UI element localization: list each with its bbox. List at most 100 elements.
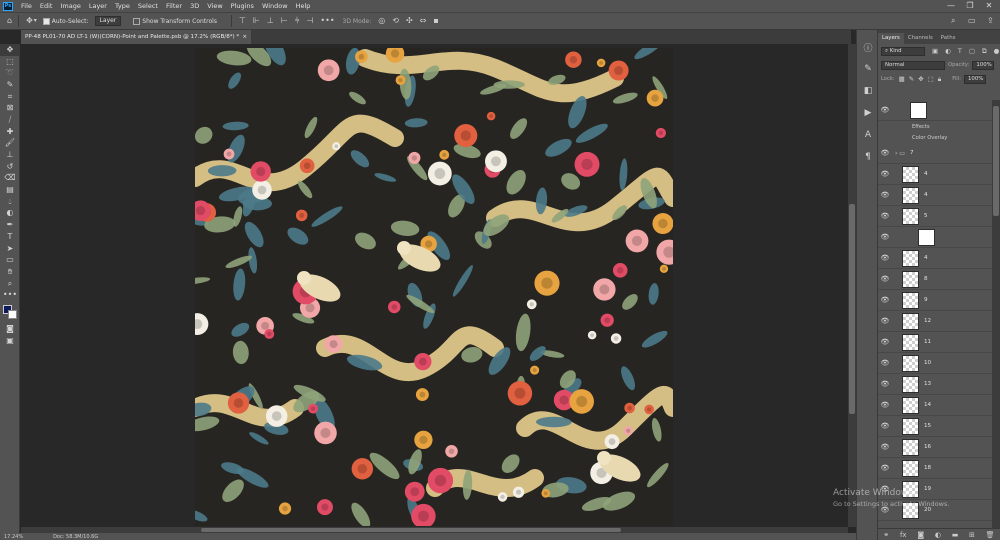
auto-select-checkbox[interactable]: [42, 17, 50, 25]
filter-type-icon[interactable]: T: [958, 47, 962, 55]
search-icon[interactable]: ⌕: [951, 16, 955, 26]
blur-icon[interactable]: 💧︎: [0, 196, 20, 208]
visibility-eye-icon[interactable]: 👁︎: [878, 422, 892, 430]
add-mask-icon[interactable]: ◙: [917, 531, 924, 539]
vertical-scrollbar[interactable]: [848, 44, 856, 527]
layer-row-effects[interactable]: 👁︎: [878, 100, 992, 121]
info-icon[interactable]: ⓘ: [857, 36, 879, 58]
align-left-icon[interactable]: ⊢: [281, 16, 288, 26]
layer-row[interactable]: 👁︎ 5: [878, 206, 992, 227]
menu-image[interactable]: Image: [56, 0, 84, 12]
tab-layers[interactable]: Layers: [878, 33, 904, 44]
layer-row[interactable]: 👁︎ 14: [878, 395, 992, 416]
close-tab-icon[interactable]: ×: [242, 34, 247, 40]
menu-filter[interactable]: Filter: [162, 0, 186, 12]
filter-smart-object-icon[interactable]: ⧉: [982, 47, 987, 56]
more-tools-icon[interactable]: •••: [0, 289, 20, 301]
fill-input[interactable]: 100%: [963, 74, 986, 84]
workspace-icon[interactable]: ▭: [968, 16, 976, 26]
visibility-eye-icon[interactable]: 👁︎: [878, 317, 892, 325]
menu-view[interactable]: View: [203, 0, 226, 12]
opacity-input[interactable]: 100%: [972, 60, 995, 70]
menu-layer[interactable]: Layer: [85, 0, 111, 12]
menu-file[interactable]: File: [17, 0, 36, 12]
minimize-button[interactable]: —: [944, 0, 958, 12]
brush-icon[interactable]: 🖌︎: [0, 138, 20, 150]
lock-pixels-icon[interactable]: ▦: [899, 75, 905, 83]
layers-scrollbar[interactable]: [992, 100, 1000, 528]
tab-paths[interactable]: Paths: [937, 33, 960, 44]
new-group-icon[interactable]: ▬: [952, 531, 959, 539]
layer-row[interactable]: 👁︎ 8: [878, 269, 992, 290]
stamp-icon[interactable]: ⊥: [0, 149, 20, 161]
zoom-icon[interactable]: ⌕: [0, 278, 20, 290]
filter-toggle-icon[interactable]: ●: [994, 47, 1000, 55]
visibility-eye-icon[interactable]: 👁︎: [878, 254, 892, 262]
more-options-icon[interactable]: •••: [320, 16, 334, 26]
chevron-down-icon[interactable]: ▾: [34, 16, 37, 26]
roll-3d-icon[interactable]: ⟲: [392, 16, 399, 26]
type-icon[interactable]: T: [0, 231, 20, 243]
menu-select[interactable]: Select: [134, 0, 162, 12]
layer-row[interactable]: 👁︎ 4: [878, 185, 992, 206]
quick-mask-icon[interactable]: ◙: [0, 323, 20, 335]
align-bottom-icon[interactable]: ⊥: [267, 16, 274, 26]
screen-mode-icon[interactable]: ▣: [0, 335, 20, 347]
zoom-level[interactable]: 17.24%: [4, 534, 23, 540]
visibility-eye-icon[interactable]: 👁︎: [878, 275, 892, 283]
visibility-eye-icon[interactable]: 👁︎: [878, 296, 892, 304]
lasso-icon[interactable]: ➰: [0, 67, 20, 79]
layer-row[interactable]: 👁︎ 10: [878, 353, 992, 374]
transform-controls-option[interactable]: Show Transform Controls: [133, 17, 217, 25]
new-layer-icon[interactable]: ⊞: [969, 531, 975, 539]
visibility-eye-icon[interactable]: 👁︎: [878, 212, 892, 220]
gradient-icon[interactable]: ▤: [0, 184, 20, 196]
layer-group-row[interactable]: 👁︎ › ▭ 7: [878, 143, 992, 164]
align-right-icon[interactable]: ⊣: [306, 16, 313, 26]
pen-icon[interactable]: ✒: [0, 219, 20, 231]
scale-3d-icon[interactable]: ▪: [433, 16, 438, 26]
layer-row[interactable]: 👁︎ 18: [878, 458, 992, 479]
menu-plugins[interactable]: Plugins: [227, 0, 258, 12]
visibility-eye-icon[interactable]: 👁︎: [878, 106, 892, 114]
delete-layer-icon[interactable]: 🗑︎: [986, 531, 995, 539]
layer-row[interactable]: 👁︎ 15: [878, 416, 992, 437]
visibility-eye-icon[interactable]: 👁︎: [878, 401, 892, 409]
transform-controls-checkbox[interactable]: [133, 17, 141, 25]
move-tool-icon[interactable]: ✥: [26, 16, 33, 26]
filter-kind-select[interactable]: ⌕ Kind: [881, 46, 925, 56]
layer-row[interactable]: 👁︎ 13: [878, 374, 992, 395]
quick-select-icon[interactable]: ✎: [0, 79, 20, 91]
eraser-icon[interactable]: ⌫: [0, 173, 20, 185]
visibility-eye-icon[interactable]: 👁︎: [878, 464, 892, 472]
crop-icon[interactable]: ⌗: [0, 91, 20, 103]
layer-row[interactable]: 👁︎ 12: [878, 311, 992, 332]
orbit-3d-icon[interactable]: ◎: [378, 16, 385, 26]
marquee-icon[interactable]: ⬚: [0, 56, 20, 68]
blend-mode-select[interactable]: Normal: [881, 60, 945, 70]
paragraph-icon[interactable]: ¶: [857, 146, 879, 168]
filter-shape-icon[interactable]: ▢: [969, 47, 975, 55]
auto-select-dropdown[interactable]: Layer: [94, 16, 122, 26]
slide-3d-icon[interactable]: ⇔: [420, 16, 427, 26]
filter-adjustment-icon[interactable]: ◐: [945, 47, 951, 55]
adjustment-layer-icon[interactable]: ◐: [935, 531, 941, 539]
close-window-button[interactable]: ✕: [982, 0, 996, 12]
filter-pixel-icon[interactable]: ▣: [932, 47, 938, 55]
eyedropper-icon[interactable]: ⧸: [0, 114, 20, 126]
tab-channels[interactable]: Channels: [904, 33, 937, 44]
menu-edit[interactable]: Edit: [36, 0, 57, 12]
layer-row[interactable]: 👁︎ 11: [878, 332, 992, 353]
adjustments-icon[interactable]: ◧: [857, 80, 879, 102]
link-layers-icon[interactable]: ⚭: [883, 531, 889, 539]
folder-icon[interactable]: › ▭: [895, 150, 905, 157]
character-icon[interactable]: A: [857, 124, 879, 146]
drag-3d-icon[interactable]: ✣: [406, 16, 413, 26]
brush-settings-icon[interactable]: ✎: [857, 58, 879, 80]
adjustment-layer-row[interactable]: 👁︎: [878, 227, 992, 248]
move-icon[interactable]: ✥: [0, 44, 20, 56]
menu-type[interactable]: Type: [111, 0, 134, 12]
actions-play-icon[interactable]: ▶: [857, 102, 879, 124]
dodge-icon[interactable]: ◐: [0, 208, 20, 220]
document-canvas[interactable]: [195, 48, 673, 526]
